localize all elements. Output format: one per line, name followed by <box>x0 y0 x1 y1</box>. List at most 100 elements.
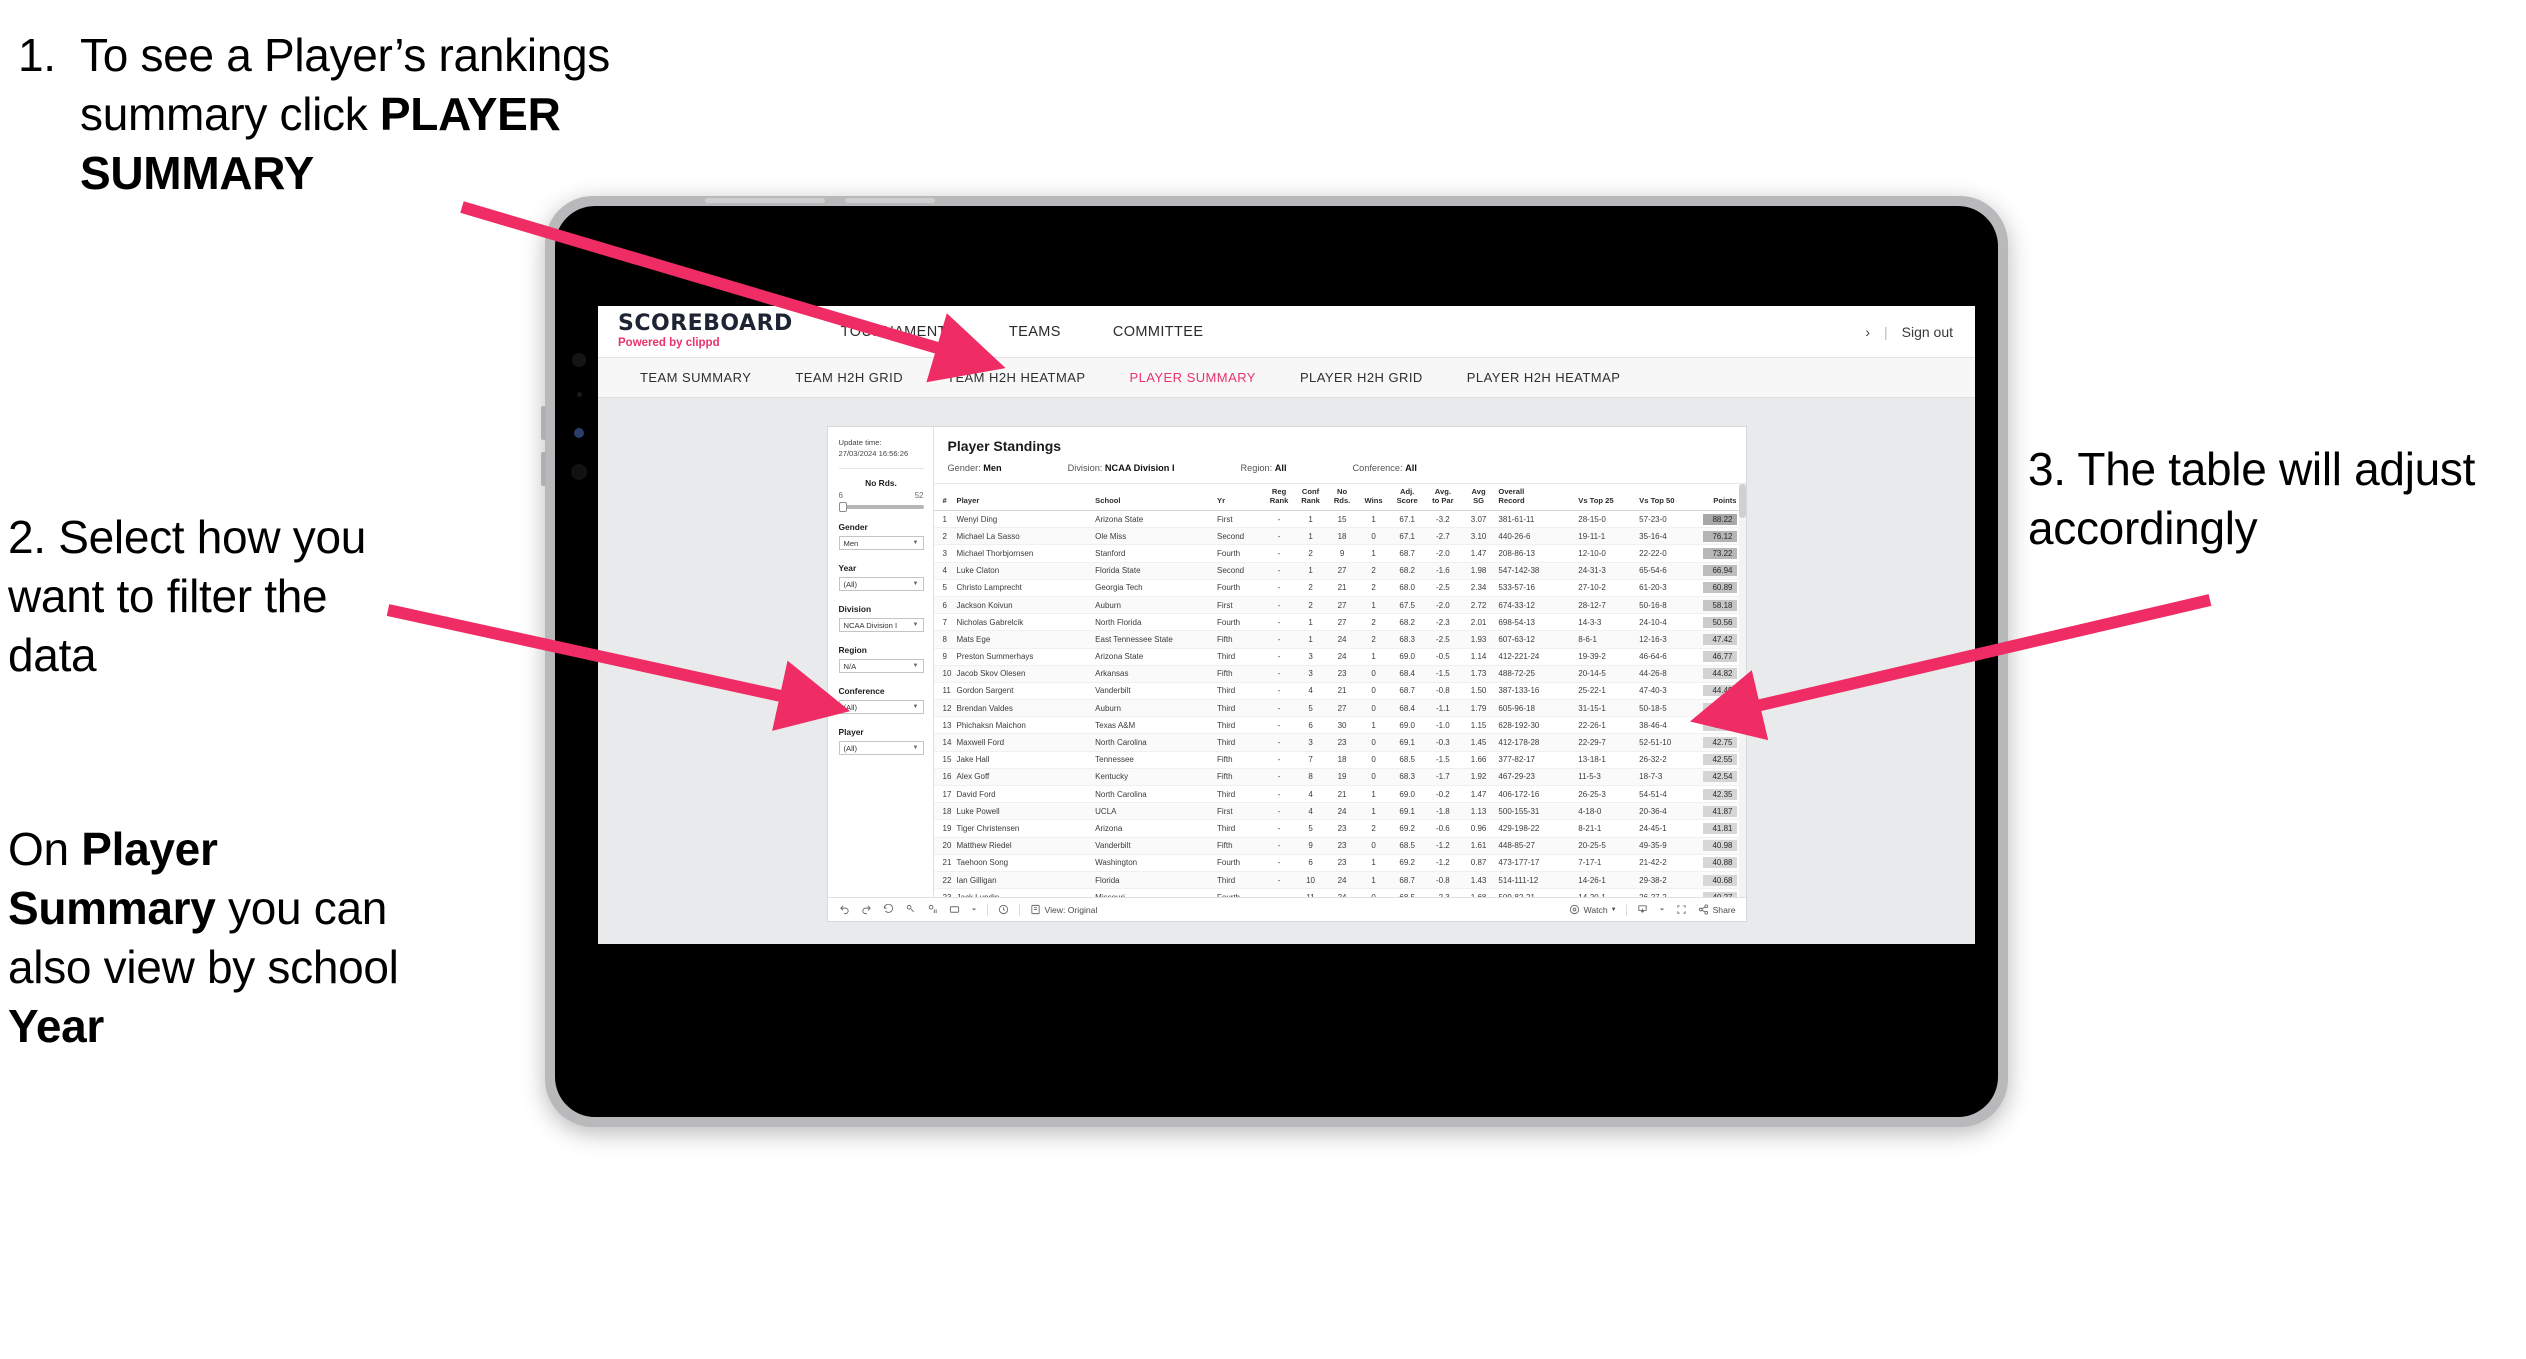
scoreboard-logo[interactable]: SCOREBOARD Powered by clippd <box>598 313 815 350</box>
col-adj-score[interactable]: Adj. Score <box>1389 484 1426 511</box>
col-no-rds[interactable]: No Rds. <box>1326 484 1358 511</box>
volume-down-button[interactable] <box>541 452 546 486</box>
redo-icon[interactable] <box>860 903 873 916</box>
cell-reg-rank: - <box>1263 802 1295 821</box>
fullscreen-icon[interactable] <box>1675 903 1688 916</box>
table-row[interactable]: 5 Christo Lamprecht Georgia Tech Fourth -2 21… <box>933 579 1746 597</box>
cell-player: Luke Powell <box>954 802 1094 821</box>
col-player[interactable]: Player <box>954 484 1094 511</box>
points-value: 47.42 <box>1702 633 1737 645</box>
scrollbar-thumb[interactable] <box>1738 484 1746 518</box>
view-original-button[interactable]: View: Original <box>1029 903 1097 916</box>
tab-player-h2h-heatmap[interactable]: PLAYER H2H HEATMAP <box>1445 370 1643 385</box>
revert-icon[interactable] <box>882 903 895 916</box>
tab-team-h2h-grid[interactable]: TEAM H2H GRID <box>773 370 925 385</box>
year-dropdown[interactable]: (All) ▼ <box>838 577 924 591</box>
table-row[interactable]: 12 Brendan Valdes Auburn Third -5 27 0 68.4 -1.1… <box>933 699 1746 718</box>
table-row[interactable]: 21 Taehoon Song Washington Fourth -6 23 1 69.2-… <box>933 854 1746 872</box>
col-school[interactable]: School <box>1093 484 1215 511</box>
cell-avg-to-par: -2.7 <box>1425 527 1461 546</box>
col-vs-top-50[interactable]: Vs Top 50 <box>1637 484 1699 511</box>
col-wins[interactable]: Wins <box>1357 484 1390 511</box>
table-row[interactable]: 13 Phichaksn Maichon Texas A&M Third -6 30 1 69… <box>933 716 1746 735</box>
nav-item-committee[interactable]: COMMITTEE <box>1087 324 1230 340</box>
tab-team-summary[interactable]: TEAM SUMMARY <box>618 370 773 385</box>
history-icon[interactable] <box>997 903 1010 916</box>
table-row[interactable]: 16 Alex Goff Kentucky Fifth -8 19 0 68.3 -1.7 1.9… <box>933 768 1746 787</box>
table-row[interactable]: 7 Nicholas Gabrelcik North Florida Fourth -1… <box>933 613 1746 632</box>
cell-adj-score: 68.0 <box>1389 579 1426 597</box>
cell-adj-score: 69.2 <box>1389 819 1426 838</box>
table-row[interactable]: 19 Tiger Christensen Arizona Third -5 23 2 69.2… <box>933 819 1746 838</box>
tab-player-h2h-grid[interactable]: PLAYER H2H GRID <box>1278 370 1445 385</box>
table-row[interactable]: 18 Luke Powell UCLA First -4 24 1 69.1 -1.8 1.13 5… <box>933 802 1746 821</box>
table-row[interactable]: 6 Jackson Koivun Auburn First -2 27 1 67.5 -2.0 2… <box>933 596 1746 615</box>
cell-vs-top-50: 46-64-6 <box>1637 648 1699 666</box>
device-layout-chevron-icon[interactable] <box>970 903 978 916</box>
points-value: 50.56 <box>1702 616 1737 628</box>
watch-button[interactable]: Watch ▼ <box>1568 903 1617 916</box>
points-value: 60.89 <box>1702 582 1737 594</box>
table-row[interactable]: 22 Ian Gilligan Florida Third -10 24 1 68.7 -0.8… <box>933 871 1746 890</box>
table-row[interactable]: 4 Luke Claton Florida State Second -1 27 2 68.2… <box>933 562 1746 580</box>
player-dropdown[interactable]: (All) ▼ <box>838 741 924 755</box>
table-row[interactable]: 2 Michael La Sasso Ole Miss Second -1 18 0 67.1… <box>933 527 1746 546</box>
share-button[interactable]: Share <box>1697 903 1736 916</box>
col-rank[interactable]: # <box>933 484 955 511</box>
cell-school: Georgia Tech <box>1093 579 1215 597</box>
cell-vs-top-25: 20-14-5 <box>1576 665 1638 683</box>
table-row[interactable]: 10 Jacob Skov Olesen Arkansas Fifth -3 23 0 68.… <box>933 665 1746 683</box>
download-icon[interactable] <box>1636 903 1649 916</box>
refresh-data-icon[interactable] <box>904 903 917 916</box>
table-row[interactable]: 17 David Ford North Carolina Third -4 21 1 69.0… <box>933 785 1746 804</box>
sign-out-button[interactable]: Sign out <box>1902 324 1953 340</box>
table-row[interactable]: 1 Wenyi Ding Arizona State First -1 15 1 67.1 -3… <box>933 510 1746 529</box>
cell-adj-score: 69.2 <box>1389 854 1426 872</box>
col-conf-rank[interactable]: Conf Rank <box>1294 484 1327 511</box>
nav-item-teams[interactable]: TEAMS <box>983 324 1087 340</box>
region-dropdown[interactable]: N/A ▼ <box>838 659 924 673</box>
cell-school: Florida State <box>1093 562 1215 580</box>
conference-dropdown[interactable]: (All) ▼ <box>838 700 924 714</box>
cell-player: Wenyi Ding <box>954 510 1094 529</box>
cell-overall-record: 440-26-6 <box>1496 527 1577 546</box>
no-rds-slider[interactable]: 6 52 <box>838 491 924 512</box>
gender-label: Gender <box>838 522 868 532</box>
col-avg-sg[interactable]: Avg SG <box>1460 484 1497 511</box>
tab-team-h2h-heatmap[interactable]: TEAM H2H HEATMAP <box>925 370 1107 385</box>
cell-vs-top-50: 54-51-4 <box>1637 785 1699 804</box>
cell-avg-to-par: -1.1 <box>1425 699 1461 718</box>
table-row[interactable]: 14 Maxwell Ford North Carolina Third -3 23 0 69… <box>933 733 1746 752</box>
col-reg-rank[interactable]: Reg Rank <box>1263 484 1295 511</box>
col-avg-to-par[interactable]: Avg. to Par <box>1425 484 1461 511</box>
division-dropdown[interactable]: NCAA Division I ▼ <box>838 618 924 632</box>
cell-vs-top-25: 8-6-1 <box>1576 630 1638 649</box>
cell-school: Washington <box>1093 854 1215 872</box>
filter-division: Division NCAA Division I ▼ <box>838 604 924 632</box>
account-chevron-icon[interactable]: › <box>1865 324 1870 340</box>
table-scrollbar[interactable] <box>1738 484 1746 897</box>
table-row[interactable]: 15 Jake Hall Tennessee Fifth -7 18 0 68.5 -1.5 1.… <box>933 751 1746 769</box>
table-row[interactable]: 11 Gordon Sargent Vanderbilt Third -4 21 0 68.7… <box>933 682 1746 701</box>
tab-player-summary[interactable]: PLAYER SUMMARY <box>1107 370 1277 385</box>
slider-handle[interactable] <box>838 502 847 512</box>
table-row[interactable]: 9 Preston Summerhays Arizona State Third -3 2… <box>933 648 1746 666</box>
volume-up-button[interactable] <box>541 406 546 440</box>
col-vs-top-25[interactable]: Vs Top 25 <box>1576 484 1638 511</box>
table-row[interactable]: 8 Mats Ege East Tennessee State Fifth -1 24 2 6… <box>933 630 1746 649</box>
download-chevron-icon[interactable] <box>1658 903 1666 916</box>
slider-track[interactable] <box>838 502 924 512</box>
table-row[interactable]: 20 Matthew Riedel Vanderbilt Fifth -9 23 0 68.5… <box>933 837 1746 855</box>
table-row[interactable]: 23Jack LundinMissouriFourth-1124068.5-2.… <box>933 888 1746 897</box>
col-yr[interactable]: Yr <box>1215 484 1264 511</box>
cell-num: 5 <box>933 579 955 597</box>
undo-icon[interactable] <box>838 903 851 916</box>
device-layout-icon[interactable] <box>948 903 961 916</box>
col-overall-record[interactable]: Overall Record <box>1496 484 1577 511</box>
gender-dropdown[interactable]: Men ▼ <box>838 536 924 550</box>
cell-wins: 2 <box>1357 613 1390 632</box>
cell-num: 20 <box>933 837 955 855</box>
nav-item-tournaments[interactable]: TOURNAMENTS <box>815 324 983 340</box>
table-row[interactable]: 3 Michael Thorbjornsen Stanford Fourth -2 9 1 6… <box>933 544 1746 563</box>
pause-updates-icon[interactable] <box>926 903 939 916</box>
